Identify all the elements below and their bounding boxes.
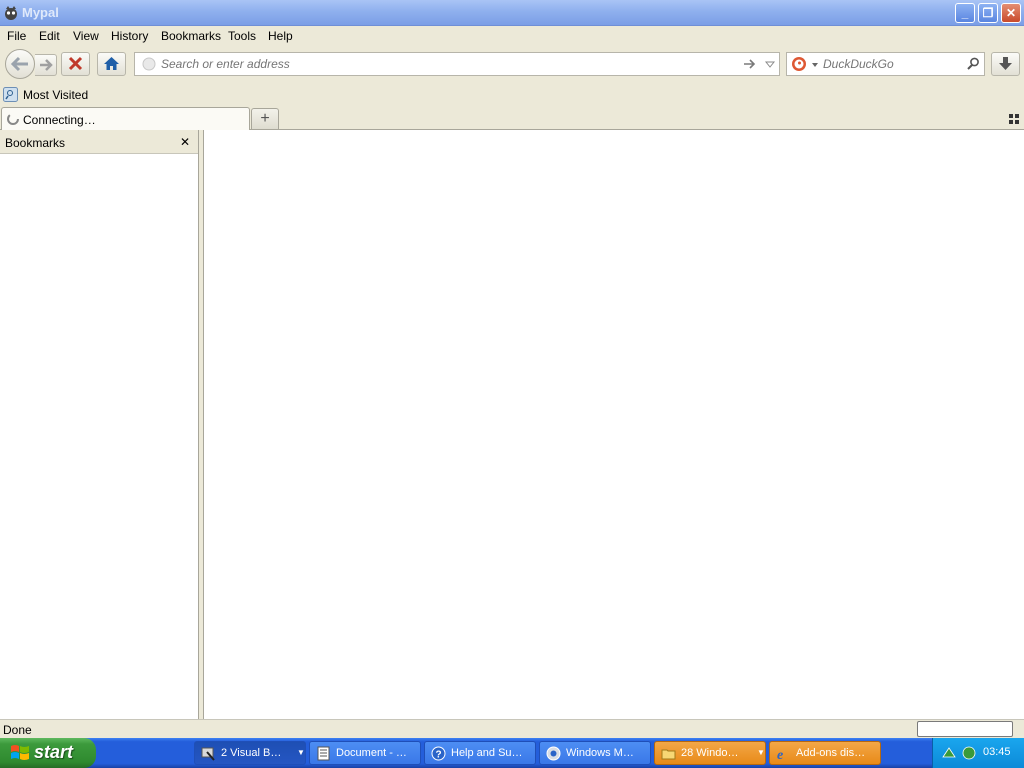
- task-label: Add-ons dis…: [796, 747, 866, 759]
- sidebar-header: Bookmarks ✕: [0, 130, 198, 154]
- home-icon: [104, 57, 119, 70]
- menu-view[interactable]: View: [73, 29, 99, 43]
- search-magnifier-icon[interactable]: [965, 56, 981, 72]
- engine-dropdown-icon[interactable]: [811, 61, 819, 69]
- task-windows-media[interactable]: Windows M…: [539, 741, 651, 765]
- tab-list-grid-icon[interactable]: [1009, 114, 1019, 124]
- tab-strip: Connecting… +: [0, 106, 1024, 130]
- menu-bookmarks[interactable]: Bookmarks: [161, 29, 221, 43]
- downloads-button[interactable]: [991, 52, 1020, 76]
- task-label: 28 Windo…: [681, 747, 739, 759]
- visual-basic-icon: [201, 747, 215, 761]
- window-title: Mypal: [22, 5, 59, 20]
- address-input[interactable]: [161, 57, 721, 71]
- dropdown-arrow-icon[interactable]: [764, 59, 776, 71]
- folder-icon: [661, 749, 676, 760]
- most-visited-bookmark[interactable]: Most Visited: [3, 86, 93, 104]
- navigation-toolbar: [0, 46, 1024, 84]
- duckduckgo-icon[interactable]: [791, 56, 807, 72]
- task-visual-basic[interactable]: 2 Visual B… ▼: [194, 741, 306, 765]
- svg-text:e: e: [777, 748, 783, 761]
- download-arrow-icon: [999, 57, 1012, 70]
- start-button[interactable]: start: [0, 738, 96, 768]
- task-windows-folders[interactable]: 28 Windo… ▼: [654, 741, 766, 765]
- internet-explorer-icon: e: [777, 748, 783, 761]
- task-help-and-support[interactable]: ? Help and Su…: [424, 741, 536, 765]
- go-arrow-icon[interactable]: [742, 56, 758, 72]
- task-label: Document - …: [336, 747, 407, 759]
- status-progress-bar: [917, 721, 1013, 737]
- forward-arrow-icon: [40, 59, 53, 71]
- minimize-button[interactable]: _: [955, 3, 975, 23]
- tray-security-icon[interactable]: [961, 745, 977, 761]
- new-tab-button[interactable]: +: [251, 108, 279, 129]
- bookmarks-toolbar: Most Visited: [0, 84, 1024, 106]
- tab-connecting[interactable]: Connecting…: [1, 107, 250, 130]
- media-player-icon: [546, 746, 561, 761]
- stop-x-icon: [68, 56, 83, 71]
- group-dropdown-icon: ▼: [757, 748, 765, 757]
- tab-label: Connecting…: [23, 113, 96, 127]
- search-bar[interactable]: [786, 52, 985, 76]
- sidebar-title: Bookmarks: [5, 136, 66, 150]
- search-input[interactable]: [823, 57, 953, 71]
- most-visited-icon: [3, 87, 18, 102]
- title-bar: Mypal _ ❐ ✕: [0, 0, 1024, 26]
- group-dropdown-icon: ▼: [297, 748, 305, 757]
- sidebar-close-icon[interactable]: ✕: [180, 135, 190, 149]
- page-content-area[interactable]: [204, 130, 1024, 719]
- close-window-button[interactable]: ✕: [1001, 3, 1021, 23]
- loading-throbber-icon: [7, 113, 19, 125]
- notepad-icon: [317, 746, 330, 761]
- stop-button[interactable]: [61, 52, 90, 76]
- bookmarks-sidebar: Bookmarks ✕: [0, 130, 199, 719]
- tray-network-icon[interactable]: [941, 745, 957, 761]
- task-addons[interactable]: e Add-ons dis…: [769, 741, 881, 765]
- task-label: 2 Visual B…: [221, 747, 282, 759]
- taskbar-clock[interactable]: 03:45: [983, 746, 1011, 758]
- menu-edit[interactable]: Edit: [39, 29, 60, 43]
- back-button[interactable]: [5, 49, 35, 79]
- task-document[interactable]: Document - …: [309, 741, 421, 765]
- most-visited-label: Most Visited: [23, 88, 89, 102]
- mypal-app-icon: [5, 6, 17, 20]
- menu-file[interactable]: File: [7, 29, 26, 43]
- windows-flag-icon: [11, 745, 29, 760]
- globe-icon: [142, 57, 156, 71]
- system-tray: 03:45: [932, 738, 1024, 768]
- status-text: Done: [3, 723, 32, 737]
- menu-bar: File Edit View History Bookmarks Tools H…: [0, 26, 1024, 46]
- task-label: Windows M…: [566, 747, 634, 759]
- help-icon: ?: [431, 746, 446, 761]
- restore-button[interactable]: ❐: [978, 3, 998, 23]
- task-label: Help and Su…: [451, 747, 523, 759]
- back-arrow-icon: [10, 56, 28, 72]
- menu-history[interactable]: History: [111, 29, 148, 43]
- start-label: start: [34, 742, 74, 762]
- home-button[interactable]: [97, 52, 126, 76]
- menu-help[interactable]: Help: [268, 29, 293, 43]
- menu-tools[interactable]: Tools: [228, 29, 256, 43]
- svg-text:?: ?: [436, 750, 442, 761]
- windows-taskbar: start 2 Visual B… ▼ Document - … ? Help …: [0, 738, 1024, 768]
- forward-button[interactable]: [35, 54, 57, 76]
- status-bar: Done: [0, 719, 1024, 738]
- address-bar[interactable]: [134, 52, 780, 76]
